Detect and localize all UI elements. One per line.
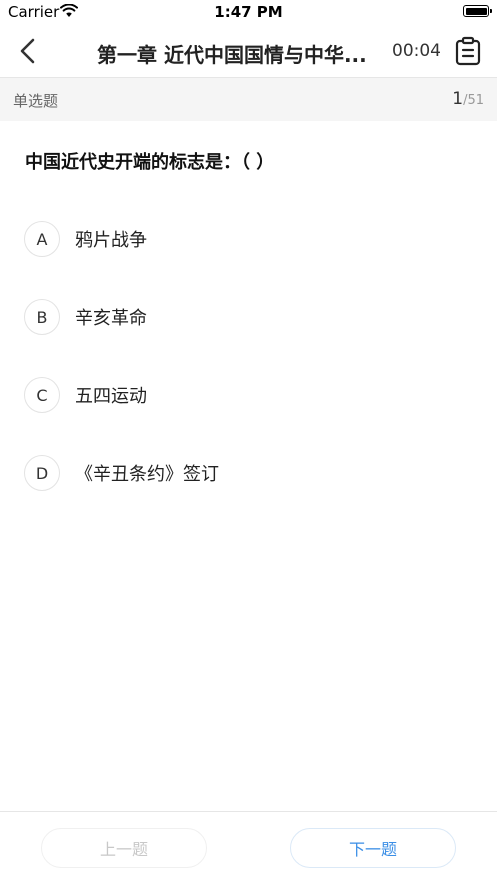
total-questions: /51	[463, 93, 484, 108]
option-text: 辛亥革命	[75, 308, 147, 329]
next-question-button[interactable]: 下一题	[290, 828, 456, 868]
status-time: 1:47 PM	[214, 3, 283, 21]
question-progress: 1/51	[452, 89, 484, 109]
clipboard-icon	[455, 36, 481, 66]
option-text: 《辛丑条约》签订	[75, 464, 219, 485]
status-bar: Carrier 1:47 PM	[0, 0, 497, 24]
question-text: 中国近代史开端的标志是：（ ）	[25, 152, 275, 173]
option-text: 五四运动	[75, 386, 147, 407]
option-c[interactable]: C 五四运动	[24, 376, 464, 414]
question-type-label: 单选题	[13, 92, 59, 110]
bottom-bar: 上一题 下一题	[0, 811, 497, 883]
option-letter: B	[24, 299, 60, 335]
option-text: 鸦片战争	[75, 230, 147, 251]
nav-bar: 第一章 近代中国国情与中华... 00:04	[0, 24, 497, 78]
option-letter: C	[24, 377, 60, 413]
option-d[interactable]: D 《辛丑条约》签订	[24, 454, 464, 492]
chevron-left-icon	[20, 38, 35, 64]
answer-card-button[interactable]	[455, 36, 481, 66]
previous-question-button[interactable]: 上一题	[41, 828, 207, 868]
question-type-bar: 单选题 1/51	[0, 78, 497, 121]
timer: 00:04	[392, 41, 441, 61]
option-b[interactable]: B 辛亥革命	[24, 298, 464, 336]
battery-icon	[463, 5, 492, 17]
chapter-title: 第一章 近代中国国情与中华...	[97, 43, 367, 67]
current-question-number: 1	[452, 89, 464, 109]
back-button[interactable]	[16, 37, 40, 65]
option-letter: D	[24, 455, 60, 491]
option-letter: A	[24, 221, 60, 257]
option-a[interactable]: A 鸦片战争	[24, 220, 464, 258]
